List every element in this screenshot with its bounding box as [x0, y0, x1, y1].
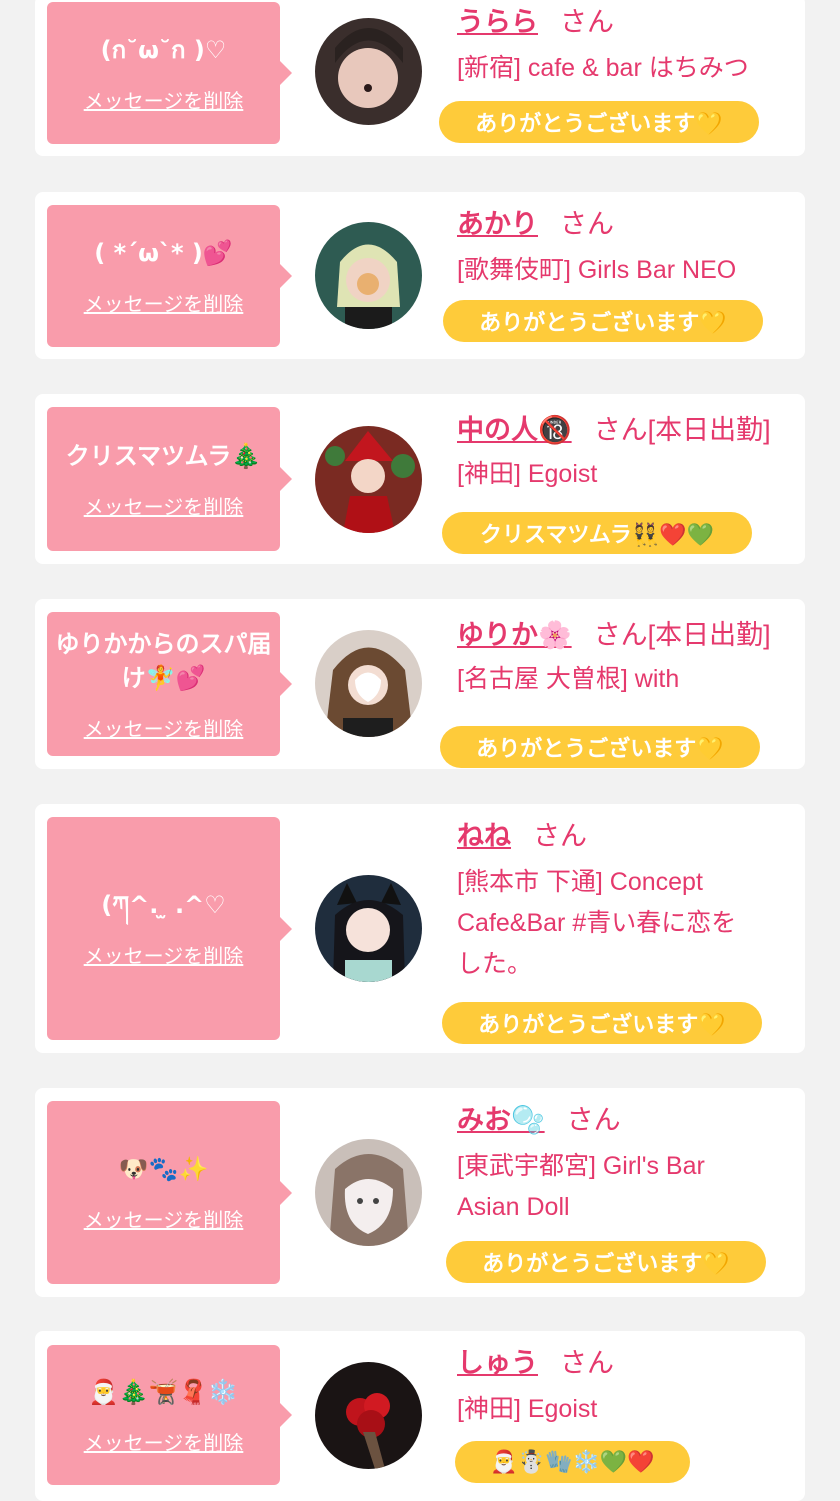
shop-line: [神田] Egoist	[457, 460, 598, 488]
cast-info: 中の人🔞 さん[本日出勤] [神田] Egoist	[457, 410, 797, 495]
cast-info: あかり さん [歌舞伎町] Girls Bar NEO	[457, 204, 797, 291]
message-text: (ก˘ω˘ก )♡	[100, 35, 227, 64]
cast-info: うらら さん [新宿] cafe & bar はちみつ	[457, 2, 797, 89]
reply-badge: ありがとうございます💛	[442, 1002, 762, 1044]
shop-line: [東武宇都宮] Girl's Bar	[457, 1152, 705, 1180]
honorific: さん	[560, 1348, 614, 1378]
cast-info: ねね さん [熊本市 下通] Concept Cafe&Bar #青い春に恋を し…	[457, 816, 797, 985]
message-card: (ก˘ω˘ก )♡ メッセージを削除 うらら さん [新宿] cafe & bar…	[35, 0, 805, 156]
message-bubble: ゆりかからのスパ届け🧚💕 メッセージを削除	[47, 612, 292, 756]
delete-message-link[interactable]: メッセージを削除	[84, 1204, 244, 1233]
shop-line: [名古屋 大曽根] with	[457, 665, 680, 693]
cast-name-link[interactable]: みお🫧	[457, 1105, 545, 1135]
delete-message-link[interactable]: メッセージを削除	[84, 1427, 244, 1456]
message-text: 🐶🐾✨	[118, 1155, 209, 1183]
delete-message-link[interactable]: メッセージを削除	[84, 288, 244, 317]
cast-info: みお🫧 さん [東武宇都宮] Girl's Bar Asian Doll	[457, 1100, 797, 1228]
cast-name-link[interactable]: あかり	[457, 209, 538, 239]
avatar[interactable]	[315, 18, 422, 125]
delete-message-link[interactable]: メッセージを削除	[84, 85, 244, 114]
shop-line: [神田] Egoist	[457, 1395, 598, 1423]
delete-message-link[interactable]: メッセージを削除	[84, 491, 244, 520]
message-text: (ཀ^. ̫ .^♡	[101, 891, 226, 919]
message-text: ( *´ω`* )💕	[94, 238, 233, 267]
avatar[interactable]	[315, 426, 422, 533]
honorific: さん	[593, 620, 648, 650]
honorific: さん	[593, 415, 648, 445]
reply-badge: クリスマツムラ👯❤️💚	[442, 512, 752, 554]
avatar[interactable]	[315, 1362, 422, 1469]
honorific: さん	[560, 209, 614, 239]
reply-badge: ありがとうございます💛	[443, 300, 763, 342]
reply-badge: ありがとうございます💛	[439, 101, 759, 143]
message-bubble: 🐶🐾✨ メッセージを削除	[47, 1101, 292, 1284]
cast-name-link[interactable]: しゅう	[457, 1348, 538, 1378]
cast-name-link[interactable]: 中の人🔞	[457, 415, 572, 445]
honorific: さん	[533, 821, 587, 851]
delete-message-link[interactable]: メッセージを削除	[84, 940, 244, 969]
shop-line: した。	[457, 950, 533, 978]
message-text: ゆりかからのスパ届け🧚💕	[55, 629, 272, 692]
shop-line: [熊本市 下通] Concept	[457, 868, 703, 896]
avatar[interactable]	[315, 875, 422, 982]
cast-name-link[interactable]: ゆりか🌸	[457, 620, 572, 650]
message-card: 🎅🎄🫕🧣❄️ メッセージを削除 しゅう さん [神田] Egoist 🎅☃️🧤❄️…	[35, 1331, 805, 1501]
message-bubble: クリスマツムラ🎄 メッセージを削除	[47, 407, 292, 551]
message-card: ( *´ω`* )💕 メッセージを削除 あかり さん [歌舞伎町] Girls B…	[35, 192, 805, 359]
cast-info: ゆりか🌸 さん[本日出勤] [名古屋 大曽根] with	[457, 615, 797, 700]
message-text: クリスマツムラ🎄	[65, 441, 262, 470]
message-card: (ཀ^. ̫ .^♡ メッセージを削除 ねね さん [熊本市 下通] Concep…	[35, 804, 805, 1053]
avatar[interactable]	[315, 630, 422, 737]
avatar[interactable]	[315, 1139, 422, 1246]
status-label: [本日出勤]	[647, 620, 771, 650]
cast-info: しゅう さん [神田] Egoist	[457, 1343, 797, 1430]
message-text: 🎅🎄🫕🧣❄️	[88, 1377, 239, 1406]
message-bubble: (ཀ^. ̫ .^♡ メッセージを削除	[47, 817, 292, 1040]
avatar[interactable]	[315, 222, 422, 329]
delete-message-link[interactable]: メッセージを削除	[84, 713, 244, 742]
message-card: ゆりかからのスパ届け🧚💕 メッセージを削除 ゆりか🌸 さん[本日出勤] [名古屋 …	[35, 599, 805, 769]
message-bubble: ( *´ω`* )💕 メッセージを削除	[47, 205, 292, 347]
cast-name-link[interactable]: ねね	[457, 821, 511, 851]
message-card: クリスマツムラ🎄 メッセージを削除 中の人🔞 さん[本日出勤] [神田] Egoi…	[35, 394, 805, 564]
honorific: さん	[560, 7, 614, 37]
shop-line: [歌舞伎町] Girls Bar NEO	[457, 256, 737, 284]
reply-badge: ありがとうございます💛	[446, 1241, 766, 1283]
message-bubble: (ก˘ω˘ก )♡ メッセージを削除	[47, 2, 292, 144]
cast-name-link[interactable]: うらら	[457, 7, 538, 37]
message-bubble: 🎅🎄🫕🧣❄️ メッセージを削除	[47, 1345, 292, 1485]
reply-badge: ありがとうございます💛	[440, 726, 760, 768]
reply-badge: 🎅☃️🧤❄️💚❤️	[455, 1441, 690, 1483]
shop-line: Asian Doll	[457, 1193, 570, 1221]
message-card: 🐶🐾✨ メッセージを削除 みお🫧 さん [東武宇都宮] Girl's Bar As…	[35, 1088, 805, 1297]
honorific: さん	[566, 1105, 621, 1135]
shop-line: Cafe&Bar #青い春に恋を	[457, 909, 737, 937]
status-label: [本日出勤]	[647, 415, 771, 445]
shop-line: [新宿] cafe & bar はちみつ	[457, 54, 749, 82]
